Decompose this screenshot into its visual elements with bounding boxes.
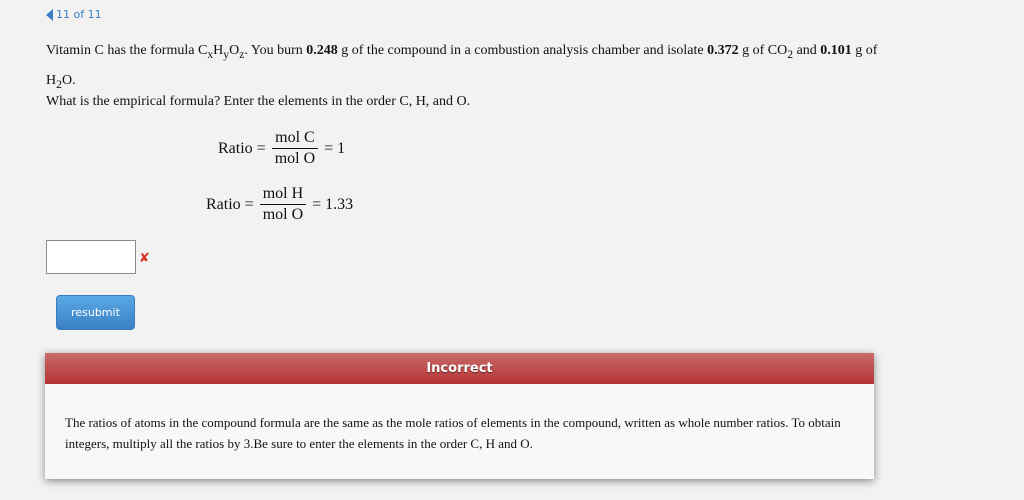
answer-input[interactable] xyxy=(46,240,136,274)
question-nav[interactable]: 11 of 11 xyxy=(46,8,102,21)
mass-co2: 0.372 xyxy=(707,43,739,58)
feedback-panel: Incorrect The ratios of atoms in the com… xyxy=(45,353,874,479)
mass-compound: 0.248 xyxy=(306,43,338,58)
triangle-left-icon[interactable] xyxy=(46,8,53,21)
question-text: Vitamin C has the formula CxHyOz. You bu… xyxy=(46,43,878,91)
resubmit-button[interactable]: resubmit xyxy=(56,295,135,330)
feedback-title: Incorrect xyxy=(45,353,874,384)
question-counter: 11 of 11 xyxy=(56,8,102,21)
x-mark-icon: ✘ xyxy=(139,251,150,266)
ratio-equation-h: Ratio = mol Hmol O = 1.33 xyxy=(206,185,354,223)
ratio-equation-c: Ratio = mol Cmol O = 1 xyxy=(218,129,346,167)
mass-h2o: 0.101 xyxy=(820,43,852,58)
question-prompt: What is the empirical formula? Enter the… xyxy=(46,94,471,109)
feedback-body: The ratios of atoms in the compound form… xyxy=(65,415,841,451)
